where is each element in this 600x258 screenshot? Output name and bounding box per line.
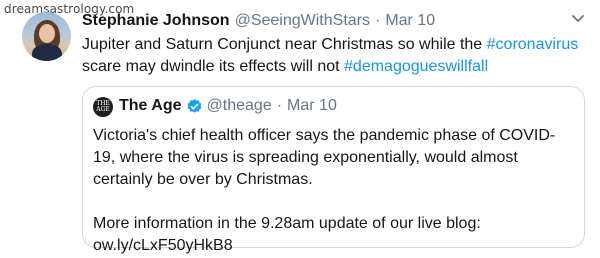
quoted-author-handle[interactable]: @theage bbox=[207, 97, 272, 115]
quoted-avatar-text: AGE bbox=[96, 106, 110, 113]
hashtag-link[interactable]: #coronavirus bbox=[487, 36, 579, 53]
quoted-header: The Age @theage · Mar 10 bbox=[119, 97, 337, 115]
avatar-body bbox=[32, 44, 62, 61]
quoted-avatar[interactable]: THE AGE bbox=[93, 97, 113, 117]
tweet-date[interactable]: Mar 10 bbox=[385, 12, 435, 30]
quoted-author-name[interactable]: The Age bbox=[119, 97, 182, 115]
chevron-down-icon[interactable] bbox=[571, 14, 585, 24]
separator-dot: · bbox=[276, 97, 283, 114]
tweet-text-part: scare may dwindle its effects will not bbox=[82, 58, 345, 75]
tweet-text: Jupiter and Saturn Conjunct near Christm… bbox=[82, 34, 594, 78]
avatar-face bbox=[39, 24, 55, 43]
hashtag-link[interactable]: #demagogueswillfall bbox=[344, 58, 488, 75]
quoted-tweet-card[interactable]: THE AGE The Age @theage · Mar 10 Victori… bbox=[82, 86, 585, 254]
quoted-text: Victoria's chief health officer says the… bbox=[93, 125, 577, 257]
verified-badge-icon bbox=[187, 98, 201, 113]
tweet-header: Stephanie Johnson @SeeingWithStars · Mar… bbox=[82, 12, 435, 34]
author-name[interactable]: Stephanie Johnson bbox=[82, 12, 230, 30]
separator-dot: · bbox=[374, 12, 381, 29]
quoted-paragraph: Victoria's chief health officer says the… bbox=[93, 127, 556, 188]
quoted-date[interactable]: Mar 10 bbox=[287, 97, 337, 115]
avatar[interactable] bbox=[22, 12, 71, 61]
tweet-text-part: Jupiter and Saturn Conjunct near Christm… bbox=[82, 36, 487, 53]
author-handle[interactable]: @SeeingWithStars bbox=[235, 12, 370, 30]
quoted-paragraph: More information in the 9.28am update of… bbox=[93, 215, 481, 254]
